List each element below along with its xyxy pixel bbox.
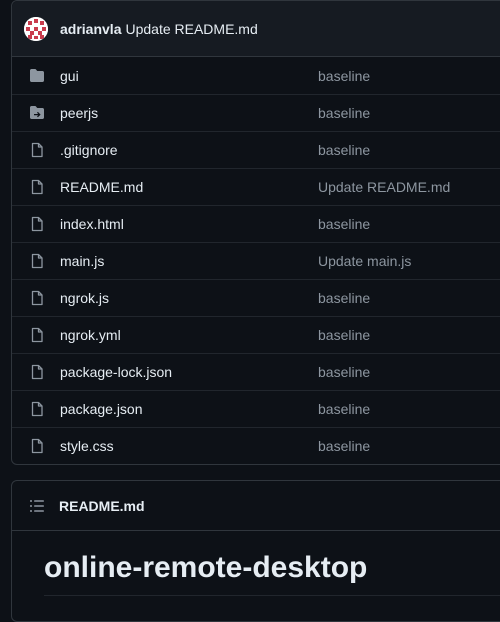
- file-commit-message-link[interactable]: baseline: [318, 290, 370, 306]
- list-unordered-icon[interactable]: [29, 498, 45, 514]
- file-commit-message-link[interactable]: baseline: [318, 401, 370, 417]
- file-name-link[interactable]: README.md: [60, 179, 318, 195]
- file-icon: [29, 253, 45, 269]
- readme-header: README.md: [12, 481, 500, 531]
- folder-icon: [29, 68, 45, 84]
- file-name-link[interactable]: .gitignore: [60, 142, 318, 158]
- readme-heading: online-remote-desktop: [44, 551, 500, 596]
- file-commit-message-link[interactable]: baseline: [318, 68, 370, 84]
- file-icon: [29, 364, 45, 380]
- latest-commit-bar: adrianvla Update README.md: [12, 1, 500, 57]
- file-list: gui baseline peerjs baseline .gitignore basel…: [12, 57, 500, 464]
- file-commit-message-link[interactable]: baseline: [318, 142, 370, 158]
- file-row[interactable]: ngrok.yml baseline: [12, 316, 500, 353]
- file-name-link[interactable]: peerjs: [60, 105, 318, 121]
- file-name-link[interactable]: main.js: [60, 253, 318, 269]
- file-name-link[interactable]: package.json: [60, 401, 318, 417]
- file-commit-message-link[interactable]: Update main.js: [318, 253, 411, 269]
- file-commit-message-link[interactable]: Update README.md: [318, 179, 450, 195]
- file-row[interactable]: package-lock.json baseline: [12, 353, 500, 390]
- readme-filename[interactable]: README.md: [59, 498, 145, 514]
- file-icon: [29, 290, 45, 306]
- file-icon: [29, 327, 45, 343]
- file-row[interactable]: style.css baseline: [12, 427, 500, 464]
- file-icon: [29, 179, 45, 195]
- file-commit-message-link[interactable]: baseline: [318, 327, 370, 343]
- file-name-link[interactable]: package-lock.json: [60, 364, 318, 380]
- file-icon: [29, 438, 45, 454]
- file-row[interactable]: peerjs baseline: [12, 94, 500, 131]
- avatar[interactable]: [24, 16, 48, 41]
- file-commit-message-link[interactable]: baseline: [318, 105, 370, 121]
- file-row[interactable]: main.js Update main.js: [12, 242, 500, 279]
- file-row[interactable]: gui baseline: [12, 57, 500, 94]
- file-icon: [29, 142, 45, 158]
- file-icon: [29, 216, 45, 232]
- file-row[interactable]: ngrok.js baseline: [12, 279, 500, 316]
- file-icon: [29, 401, 45, 417]
- file-name-link[interactable]: index.html: [60, 216, 318, 232]
- identicon: [24, 16, 48, 41]
- file-row[interactable]: README.md Update README.md: [12, 168, 500, 205]
- file-row[interactable]: .gitignore baseline: [12, 131, 500, 168]
- file-name-link[interactable]: gui: [60, 68, 318, 84]
- readme-panel: README.md online-remote-desktop: [11, 480, 500, 622]
- folder-submodule-icon: [29, 105, 45, 121]
- file-name-link[interactable]: style.css: [60, 438, 318, 454]
- file-row[interactable]: index.html baseline: [12, 205, 500, 242]
- file-commit-message-link[interactable]: baseline: [318, 364, 370, 380]
- file-name-link[interactable]: ngrok.js: [60, 290, 318, 306]
- file-row[interactable]: package.json baseline: [12, 390, 500, 427]
- file-browser: adrianvla Update README.md gui baseline pe…: [11, 0, 500, 465]
- commit-author[interactable]: adrianvla: [60, 21, 121, 37]
- file-commit-message-link[interactable]: baseline: [318, 438, 370, 454]
- file-name-link[interactable]: ngrok.yml: [60, 327, 318, 343]
- file-commit-message-link[interactable]: baseline: [318, 216, 370, 232]
- commit-message[interactable]: Update README.md: [125, 21, 257, 37]
